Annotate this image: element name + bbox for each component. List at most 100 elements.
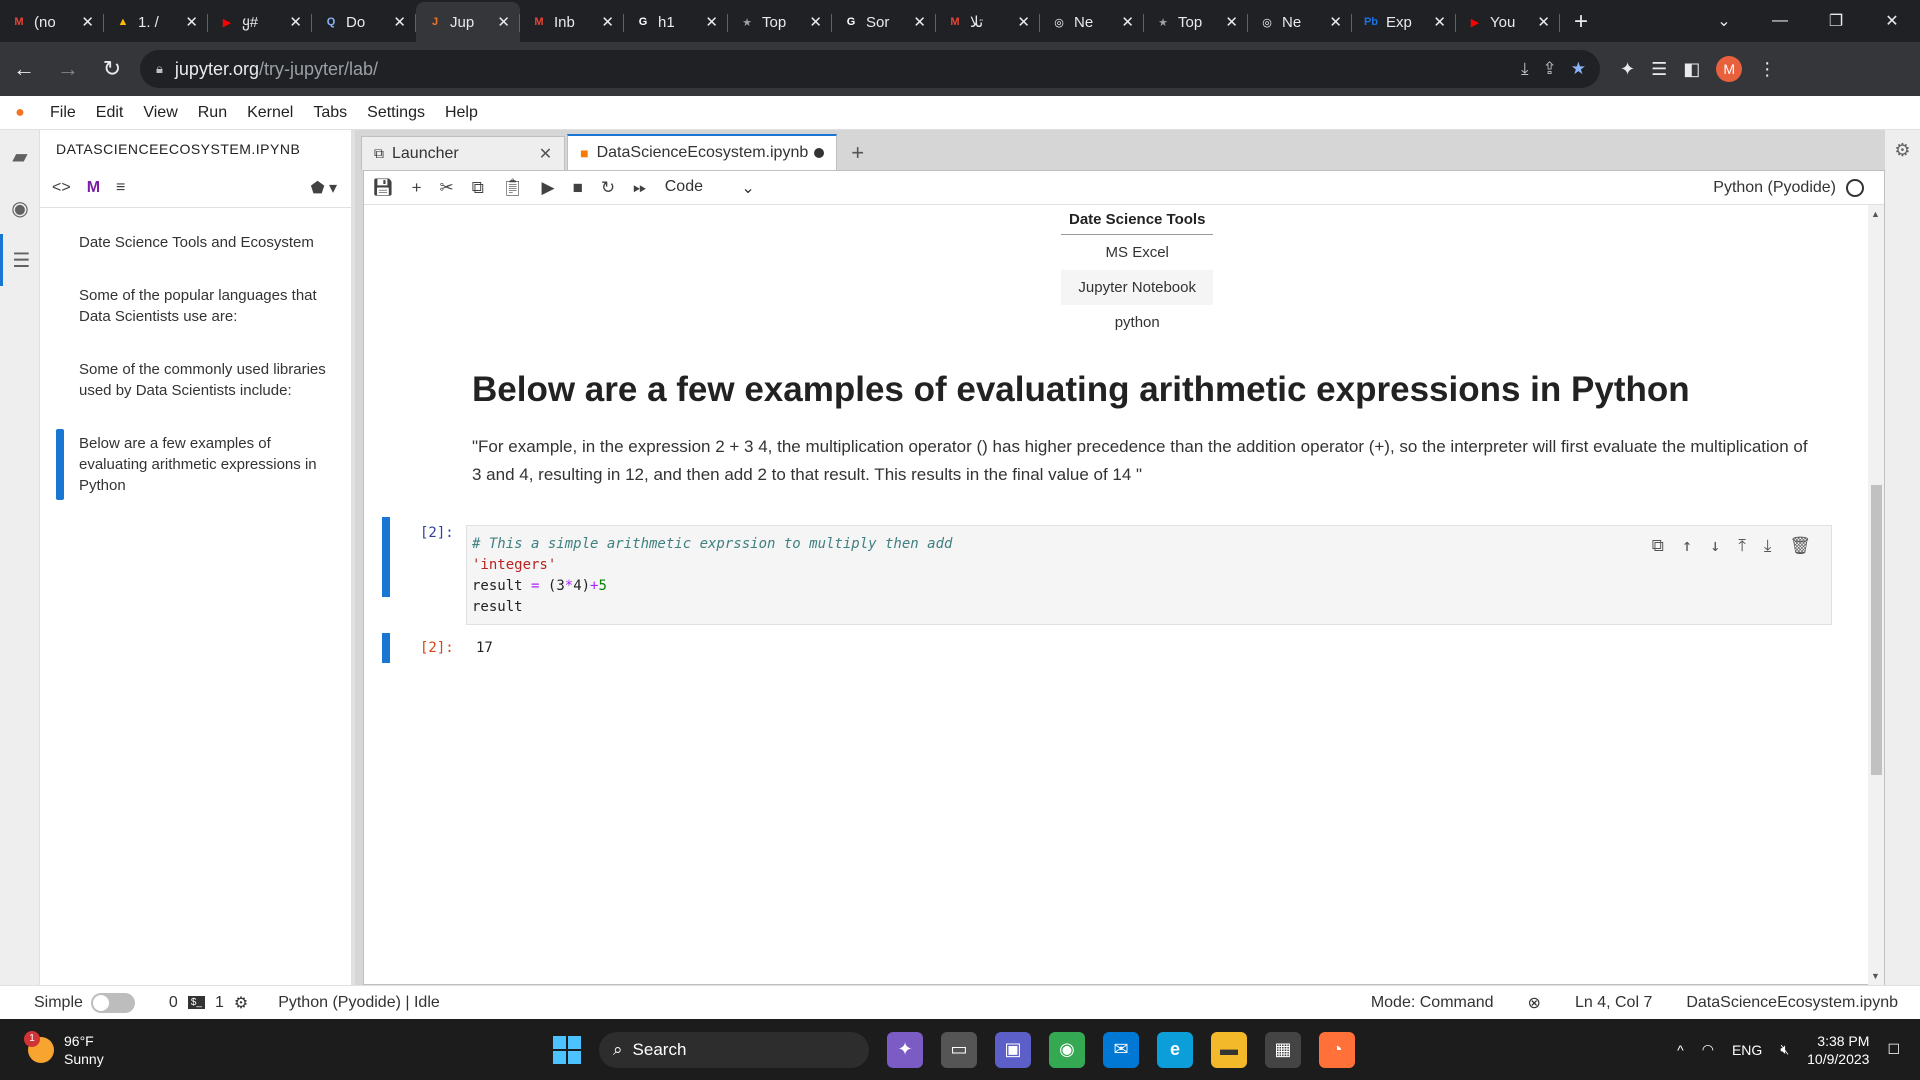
- running-kernels-icon[interactable]: ◉: [0, 182, 40, 234]
- cut-icon[interactable]: ✂: [440, 178, 454, 198]
- browser-tab[interactable]: ▶ ყ# ✕: [208, 2, 312, 42]
- menu-item[interactable]: Settings: [357, 104, 435, 122]
- toc-item[interactable]: Below are a few examples of evaluating a…: [40, 425, 351, 504]
- tab-launcher[interactable]: ⧉ Launcher ✕: [361, 136, 566, 170]
- bookmark-star-icon[interactable]: ★: [1571, 59, 1586, 79]
- close-tab-icon[interactable]: ✕: [809, 13, 822, 31]
- delete-cell-icon[interactable]: 🗑︎: [1789, 536, 1811, 557]
- scroll-down-icon[interactable]: ▼: [1871, 971, 1880, 981]
- close-tab-icon[interactable]: ✕: [497, 13, 510, 31]
- task-view-icon[interactable]: ▭: [941, 1031, 977, 1068]
- teams-app-icon[interactable]: ▣: [995, 1031, 1031, 1068]
- notebook-content[interactable]: Date Science Tools MS Excel Jupyter Note…: [364, 205, 1884, 985]
- kernel-status[interactable]: Python (Pyodide) | Idle: [278, 994, 440, 1012]
- browser-tab[interactable]: Q Do ✕: [312, 2, 416, 42]
- reading-list-icon[interactable]: ☰: [1651, 59, 1667, 80]
- tab-search-icon[interactable]: ⌄: [1696, 0, 1752, 42]
- simple-mode-toggle[interactable]: [90, 992, 135, 1013]
- close-tab-icon[interactable]: ✕: [1329, 13, 1342, 31]
- stop-icon[interactable]: ■: [573, 178, 583, 198]
- browser-tab[interactable]: Pb Exp ✕: [1352, 2, 1456, 42]
- browser-tab[interactable]: ★ Top ✕: [728, 2, 832, 42]
- wifi-icon[interactable]: ◠: [1702, 1041, 1714, 1058]
- close-tab-icon[interactable]: ✕: [289, 13, 302, 31]
- kernel-indicator[interactable]: Python (Pyodide): [1713, 178, 1864, 197]
- scroll-up-icon[interactable]: ▲: [1871, 209, 1880, 219]
- close-tab-icon[interactable]: ✕: [1225, 13, 1238, 31]
- toc-item[interactable]: Some of the commonly used libraries used…: [40, 351, 351, 409]
- browser-tab[interactable]: ▶ You ✕: [1456, 2, 1560, 42]
- close-tab-icon[interactable]: ✕: [1537, 13, 1550, 31]
- close-tab-icon[interactable]: ✕: [185, 13, 198, 31]
- copy-icon[interactable]: ⧉: [472, 178, 484, 198]
- clock[interactable]: 3:38 PM 10/9/2023: [1807, 1032, 1869, 1068]
- restart-run-all-icon[interactable]: ⏩︎: [633, 178, 647, 198]
- close-tab-icon[interactable]: ✕: [1433, 13, 1446, 31]
- browser-tab[interactable]: ◎ Ne ✕: [1040, 2, 1144, 42]
- browser-tab[interactable]: M تلا ✕: [936, 2, 1040, 42]
- tab-notebook[interactable]: ■ DataScienceEcosystem.ipynb: [567, 134, 838, 170]
- taskbar-search[interactable]: ⌕ Search: [599, 1031, 869, 1068]
- run-icon[interactable]: ▶: [542, 178, 555, 198]
- minimize-button[interactable]: —: [1752, 0, 1808, 42]
- insert-above-icon[interactable]: ⤒: [1738, 536, 1746, 557]
- new-launcher-button[interactable]: +: [839, 136, 876, 170]
- move-down-icon[interactable]: ↓: [1710, 536, 1720, 557]
- insert-below-icon[interactable]: ⤓: [1764, 536, 1772, 557]
- weather-widget[interactable]: 1 96°F Sunny: [24, 1030, 104, 1068]
- close-window-button[interactable]: ✕: [1864, 0, 1920, 42]
- file-browser-icon[interactable]: ▰: [0, 130, 40, 182]
- address-bar[interactable]: 🔒︎ jupyter.org/try-jupyter/lab/ ⤓ ⇪ ★: [140, 50, 1600, 88]
- code-editor[interactable]: # This a simple arithmetic exprssion to …: [466, 525, 1832, 625]
- toc-item[interactable]: Date Science Tools and Ecosystem: [40, 224, 351, 261]
- browser-tab[interactable]: ▲ 1. / ✕: [104, 2, 208, 42]
- browser-tab[interactable]: ★ Top ✕: [1144, 2, 1248, 42]
- menu-item[interactable]: View: [133, 104, 187, 122]
- menu-item[interactable]: Edit: [86, 104, 134, 122]
- browser-tab[interactable]: M Inb ✕: [520, 2, 624, 42]
- copilot-app-icon[interactable]: ✦: [887, 1031, 923, 1068]
- close-tab-icon[interactable]: ✕: [601, 13, 614, 31]
- browser-tab[interactable]: Gh1 ✕: [624, 2, 728, 42]
- edge-app-icon[interactable]: e: [1157, 1031, 1193, 1068]
- share-icon[interactable]: ⇪: [1543, 59, 1557, 79]
- close-tab-icon[interactable]: ✕: [81, 13, 94, 31]
- close-tab-icon[interactable]: ✕: [913, 13, 926, 31]
- move-up-icon[interactable]: ↑: [1682, 536, 1692, 557]
- file-explorer-icon[interactable]: ▬: [1211, 1031, 1247, 1068]
- close-tab-icon[interactable]: ✕: [1017, 13, 1030, 31]
- close-icon[interactable]: ✕: [539, 144, 552, 164]
- notification-center-icon[interactable]: ☐: [1887, 1041, 1900, 1058]
- reload-button[interactable]: ↻: [92, 49, 132, 89]
- profile-avatar[interactable]: M: [1716, 56, 1743, 82]
- mail-app-icon[interactable]: ✉: [1103, 1031, 1139, 1068]
- property-inspector-icon[interactable]: ⚙: [1885, 130, 1920, 170]
- menu-item[interactable]: File: [40, 104, 86, 122]
- extensions-icon[interactable]: ✦: [1620, 59, 1635, 80]
- forward-button[interactable]: →: [48, 49, 88, 89]
- more-menu-icon[interactable]: ⋮: [1758, 59, 1776, 80]
- browser-tab[interactable]: G Sor ✕: [832, 2, 936, 42]
- output-cell-marker[interactable]: [382, 633, 390, 663]
- add-cell-icon[interactable]: +: [412, 178, 422, 198]
- tag-filter-icon[interactable]: ⬟ ▾: [311, 178, 351, 198]
- side-panel-icon[interactable]: ◧: [1683, 59, 1700, 80]
- paste-icon[interactable]: 📋︎: [502, 178, 524, 198]
- language-indicator[interactable]: ENG: [1732, 1042, 1762, 1058]
- menu-item[interactable]: Tabs: [303, 104, 357, 122]
- browser-tab[interactable]: J Jup ✕: [416, 2, 520, 42]
- unsaved-dot-icon[interactable]: [814, 148, 825, 158]
- volume-icon[interactable]: 🔇︎: [1780, 1041, 1789, 1058]
- cursor-position[interactable]: Ln 4, Col 7: [1575, 994, 1652, 1012]
- scrollbar-thumb[interactable]: [1871, 485, 1882, 775]
- store-app-icon[interactable]: ▦: [1265, 1031, 1301, 1068]
- save-icon[interactable]: 💾︎: [372, 178, 394, 198]
- toc-item[interactable]: Some of the popular languages that Data …: [40, 277, 351, 335]
- browser-tab[interactable]: M (no ✕: [0, 2, 104, 42]
- table-of-contents-icon[interactable]: ☰: [0, 234, 40, 286]
- close-tab-icon[interactable]: ✕: [705, 13, 718, 31]
- start-button[interactable]: [553, 1035, 581, 1064]
- menu-item[interactable]: Run: [188, 104, 237, 122]
- notification-icon[interactable]: ⊗: [1528, 993, 1541, 1013]
- active-cell-marker[interactable]: [382, 517, 390, 597]
